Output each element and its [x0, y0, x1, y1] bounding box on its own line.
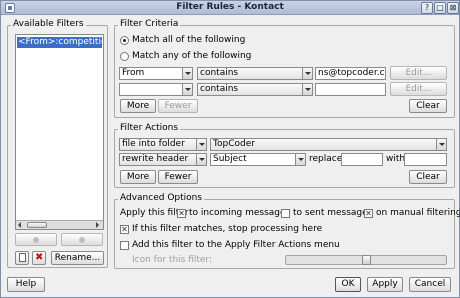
chevron-down-icon[interactable] [182, 68, 192, 79]
chevron-down-icon[interactable] [302, 68, 312, 79]
match-all-radio[interactable] [120, 36, 129, 45]
criteria-field-value: From [122, 68, 145, 78]
match-any-label: Match any of the following [132, 51, 252, 61]
criteria-value-input-2[interactable] [315, 83, 386, 96]
help-context-icon[interactable]: ? [421, 2, 433, 14]
help-button[interactable]: Help [7, 277, 45, 292]
chevron-down-icon[interactable] [295, 154, 305, 165]
icon-label: Icon for this filter: [132, 255, 213, 265]
criteria-more-button[interactable]: More [120, 99, 156, 113]
action-type-value: file into folder [122, 139, 185, 149]
replace-label: replace [309, 154, 343, 164]
sent-label: to sent messages [293, 208, 373, 218]
criteria-fewer-button[interactable]: Fewer [158, 99, 198, 113]
move-down-button[interactable] [61, 233, 103, 246]
chevron-down-icon[interactable] [196, 154, 206, 165]
criteria-operator-combo[interactable]: contains [197, 67, 313, 80]
match-any-radio[interactable] [120, 52, 129, 61]
scroll-left-icon[interactable] [16, 221, 25, 229]
checkmark-icon: ✕ [365, 209, 372, 218]
new-document-icon [19, 253, 26, 262]
list-item[interactable]: <From>:competitions@ [17, 37, 102, 48]
cancel-button[interactable]: Cancel [409, 277, 451, 292]
delete-filter-button[interactable]: ✖ [32, 251, 46, 265]
chevron-down-icon[interactable] [436, 139, 446, 150]
checkmark-icon: ✕ [121, 225, 128, 234]
criteria-edit-button[interactable]: Edit... [390, 66, 447, 80]
apply-actions-menu-checkbox[interactable] [120, 241, 129, 250]
manual-checkbox[interactable]: ✕ [364, 209, 373, 218]
criteria-operator-value-2: contains [200, 84, 239, 94]
ok-button[interactable]: OK [335, 277, 361, 292]
filter-list-scrollbar[interactable] [16, 220, 103, 229]
stop-processing-label: If this filter matches, stop processing … [132, 224, 323, 234]
move-up-icon [33, 237, 39, 243]
match-all-label: Match all of the following [132, 35, 246, 45]
sent-checkbox[interactable] [281, 209, 290, 218]
scrollbar-thumb[interactable] [27, 222, 47, 228]
manual-label: on manual filtering [376, 208, 460, 218]
chevron-down-icon[interactable] [196, 139, 206, 150]
with-input[interactable] [404, 153, 447, 166]
incoming-checkbox[interactable]: ✕ [177, 209, 186, 218]
icon-slider-thumb[interactable] [362, 255, 371, 265]
apply-actions-menu-label: Add this filter to the Apply Filter Acti… [132, 240, 340, 250]
chevron-down-icon[interactable] [302, 84, 312, 95]
available-filters-title: Available Filters [11, 19, 86, 29]
close-icon[interactable]: ⊠ [447, 2, 459, 14]
action-folder-combo[interactable]: TopCoder [210, 138, 447, 151]
criteria-clear-button[interactable]: Clear [409, 99, 447, 113]
stop-processing-checkbox[interactable]: ✕ [120, 225, 129, 234]
header-name-value: Subject [213, 154, 247, 164]
actions-clear-button[interactable]: Clear [409, 170, 447, 184]
advanced-options-title: Advanced Options [118, 193, 205, 203]
replace-input[interactable] [341, 153, 383, 166]
maximize-icon[interactable]: □ [434, 2, 446, 14]
actions-more-button[interactable]: More [120, 170, 156, 184]
chevron-down-icon[interactable] [182, 84, 192, 95]
filter-criteria-title: Filter Criteria [118, 19, 181, 29]
with-label: with [386, 154, 406, 164]
filter-list[interactable]: <From>:competitions@ [15, 34, 104, 230]
window-title: Filter Rules - Kontact [176, 2, 284, 12]
scroll-right-icon[interactable] [93, 221, 102, 229]
criteria-value-input[interactable]: ns@topcoder.com [315, 67, 386, 80]
delete-icon: ✖ [35, 252, 44, 263]
criteria-operator-combo-2[interactable]: contains [197, 83, 313, 96]
action-type-value-2: rewrite header [122, 154, 189, 164]
criteria-field-combo[interactable]: From [119, 67, 193, 80]
rename-button[interactable]: Rename... [51, 251, 104, 265]
filter-actions-title: Filter Actions [118, 123, 181, 133]
action-type-combo[interactable]: file into folder [119, 138, 207, 151]
criteria-field-combo-2[interactable] [119, 83, 193, 96]
checkmark-icon: ✕ [178, 209, 185, 218]
action-type-combo-2[interactable]: rewrite header [119, 153, 207, 166]
move-down-icon [79, 237, 85, 243]
apply-button[interactable]: Apply [367, 277, 403, 292]
criteria-operator-value: contains [200, 68, 239, 78]
criteria-edit-button-2[interactable]: Edit... [390, 82, 447, 96]
filter-rules-window: Filter Rules - Kontact ? □ ⊠ Available F… [0, 0, 460, 298]
new-filter-button[interactable] [15, 251, 29, 265]
action-folder-value: TopCoder [213, 139, 255, 149]
icon-slider[interactable] [285, 255, 447, 265]
actions-fewer-button[interactable]: Fewer [158, 170, 198, 184]
incoming-label: to incoming messages [189, 208, 291, 218]
header-name-combo[interactable]: Subject [210, 153, 306, 166]
move-up-button[interactable] [15, 233, 57, 246]
title-bar[interactable]: Filter Rules - Kontact ? □ ⊠ [1, 1, 459, 15]
